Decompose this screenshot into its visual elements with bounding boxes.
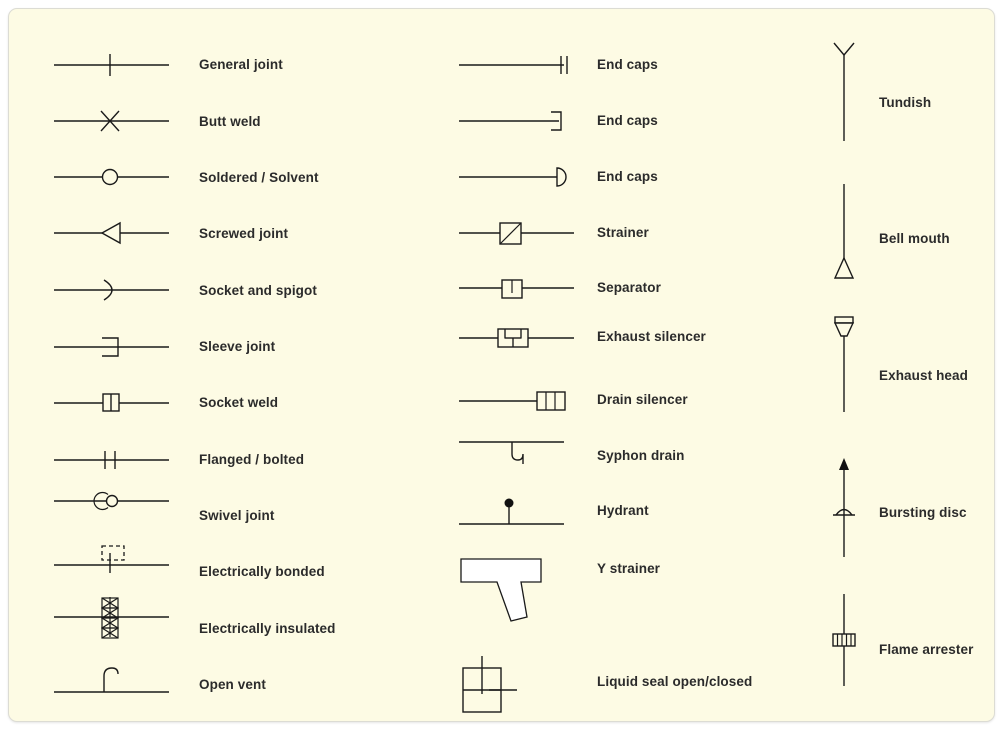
- legend-label: Open vent: [199, 677, 266, 692]
- flame-arrester-symbol: [819, 594, 869, 694]
- end-cap-flat-symbol: [459, 51, 574, 79]
- legend-label: Socket and spigot: [199, 283, 317, 298]
- legend-label: End caps: [597, 57, 658, 72]
- legend-label: Butt weld: [199, 114, 261, 129]
- legend-label: Sleeve joint: [199, 339, 276, 354]
- bursting-disc-symbol: [819, 457, 869, 562]
- legend-label: Electrically insulated: [199, 621, 336, 636]
- strainer-symbol: [459, 219, 574, 247]
- legend-label: Y strainer: [597, 561, 661, 576]
- sleeve-joint-symbol: [54, 333, 169, 361]
- syphon-drain-symbol: [459, 434, 574, 470]
- socket-and-spigot-symbol: [54, 276, 169, 304]
- legend-label: Drain silencer: [597, 392, 688, 407]
- butt-weld-symbol: [54, 107, 169, 135]
- y-strainer-symbol: [459, 557, 579, 627]
- legend-sheet: General joint Butt weld Soldered / Solve…: [8, 8, 995, 722]
- soldered-solvent-symbol: [54, 163, 169, 191]
- legend-label: Separator: [597, 280, 661, 295]
- legend-label: Socket weld: [199, 395, 279, 410]
- legend-label: Screwed joint: [199, 226, 289, 241]
- swivel-joint-symbol: [54, 487, 169, 515]
- legend-label: End caps: [597, 169, 658, 184]
- general-joint-symbol: [54, 51, 169, 79]
- open-vent-symbol: [54, 664, 169, 696]
- legend-label: Hydrant: [597, 503, 649, 518]
- legend-label: Syphon drain: [597, 448, 685, 463]
- legend-label: Exhaust head: [879, 368, 968, 383]
- flanged-bolted-symbol: [54, 446, 169, 474]
- legend-label: Soldered / Solvent: [199, 170, 319, 185]
- legend-label: Bursting disc: [879, 505, 967, 520]
- liquid-seal-symbol: [459, 654, 579, 716]
- screwed-joint-symbol: [54, 219, 169, 247]
- tundish-symbol: [819, 41, 869, 146]
- legend-label: Flanged / bolted: [199, 452, 305, 467]
- legend-label: Electrically bonded: [199, 564, 325, 579]
- end-cap-square-symbol: [459, 107, 574, 135]
- bell-mouth-symbol: [819, 184, 869, 289]
- legend-label: General joint: [199, 57, 283, 72]
- drain-silencer-symbol: [459, 387, 574, 415]
- legend-label: Swivel joint: [199, 508, 275, 523]
- legend-label: Flame arrester: [879, 642, 974, 657]
- legend-label: Exhaust silencer: [597, 329, 706, 344]
- legend-label: Tundish: [879, 95, 932, 110]
- legend-label: End caps: [597, 113, 658, 128]
- socket-weld-symbol: [54, 389, 169, 417]
- exhaust-head-symbol: [819, 314, 869, 419]
- legend-label: Strainer: [597, 225, 649, 240]
- legend-label: Liquid seal open/closed: [597, 674, 753, 689]
- hydrant-symbol: [459, 494, 574, 530]
- separator-symbol: [459, 274, 574, 302]
- legend-label: Bell mouth: [879, 231, 950, 246]
- electrically-bonded-symbol: [54, 537, 169, 577]
- end-cap-round-symbol: [459, 163, 574, 191]
- exhaust-silencer-symbol: [459, 321, 574, 355]
- electrically-insulated-symbol: [54, 594, 169, 640]
